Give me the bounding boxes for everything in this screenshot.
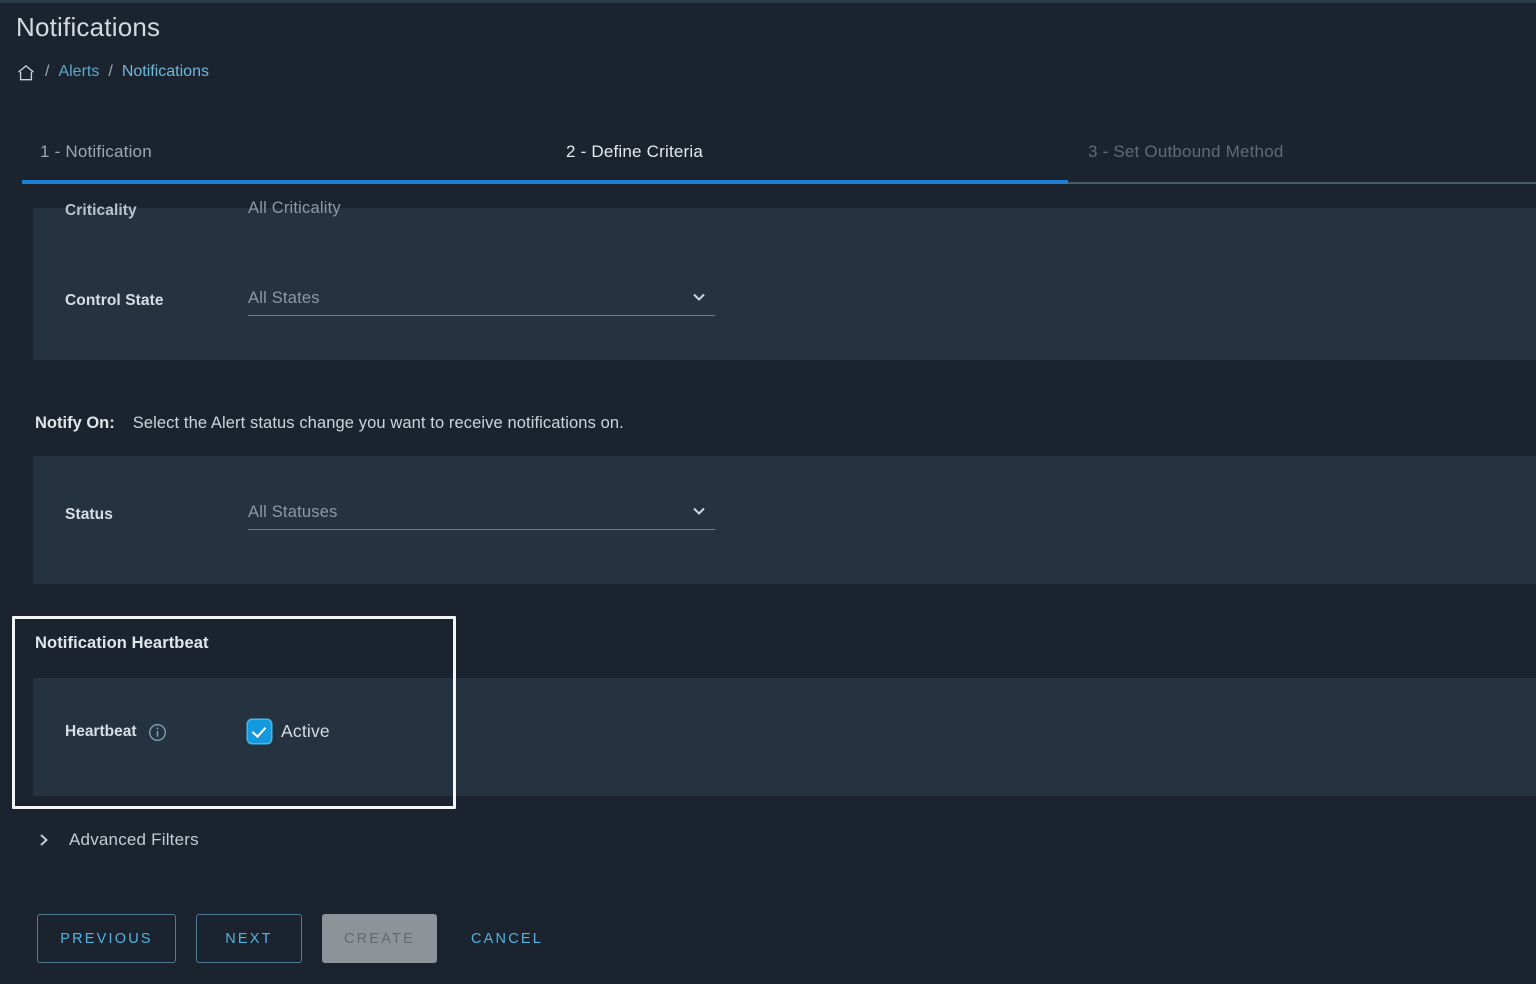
criticality-row: Criticality All Criticality <box>33 198 1536 224</box>
status-select[interactable]: All Statuses <box>248 500 715 530</box>
top-divider <box>0 0 1536 3</box>
status-label: Status <box>65 506 113 523</box>
criticality-label: Criticality <box>65 202 137 219</box>
create-button: CREATE <box>322 914 437 963</box>
wizard-tabs: 1 - Notification 2 - Define Criteria 3 -… <box>0 128 1536 184</box>
advanced-filters-label: Advanced Filters <box>69 830 199 849</box>
control-state-value: All States <box>248 289 320 307</box>
next-button[interactable]: NEXT <box>196 914 302 963</box>
checkbox-checked-icon[interactable] <box>248 720 271 743</box>
info-icon[interactable] <box>148 723 167 742</box>
heartbeat-label: Heartbeat <box>65 722 137 740</box>
advanced-filters-toggle[interactable]: Advanced Filters <box>38 830 199 850</box>
criteria-panel: Criticality All Criticality Control Stat… <box>33 199 1536 360</box>
breadcrumb-item-alerts[interactable]: Alerts <box>58 63 99 81</box>
tab-set-outbound-method[interactable]: 3 - Set Outbound Method <box>1088 142 1284 162</box>
notify-on-description: Select the Alert status change you want … <box>132 414 624 432</box>
status-panel: Status All Statuses <box>33 456 1536 584</box>
breadcrumb: / Alerts / Notifications <box>16 62 209 82</box>
control-state-label: Control State <box>65 292 164 309</box>
wizard-footer: PREVIOUS NEXT CREATE CANCEL <box>37 914 555 963</box>
tab-define-criteria[interactable]: 2 - Define Criteria <box>566 142 703 162</box>
breadcrumb-separator-1: / <box>45 63 50 80</box>
chevron-down-icon[interactable] <box>692 504 706 518</box>
page-title: Notifications <box>16 12 161 42</box>
heartbeat-active-label: Active <box>281 721 330 741</box>
notify-on-row: Notify On: Select the Alert status chang… <box>35 414 624 433</box>
previous-button[interactable]: PREVIOUS <box>37 914 176 963</box>
control-state-row: Control State All States <box>33 286 1536 316</box>
heartbeat-section-title: Notification Heartbeat <box>35 634 209 652</box>
control-state-select[interactable]: All States <box>248 286 715 316</box>
cancel-button[interactable]: CANCEL <box>459 914 555 963</box>
status-value: All Statuses <box>248 503 338 521</box>
breadcrumb-separator-2: / <box>108 63 113 80</box>
chevron-right-icon[interactable] <box>38 832 50 848</box>
heartbeat-label-group: Heartbeat <box>33 722 248 741</box>
heartbeat-active-checkbox[interactable]: Active <box>248 720 330 743</box>
chevron-down-icon[interactable] <box>692 290 706 304</box>
notify-on-label: Notify On: <box>35 414 115 432</box>
heartbeat-row: Heartbeat Active <box>33 720 330 743</box>
wizard-progress-bar <box>22 180 1068 184</box>
criticality-value: All Criticality <box>248 199 341 217</box>
home-icon[interactable] <box>16 63 36 83</box>
status-row: Status All Statuses <box>33 500 1536 530</box>
breadcrumb-item-notifications[interactable]: Notifications <box>122 63 209 81</box>
heartbeat-panel: Heartbeat Active <box>33 678 1536 796</box>
tab-notification[interactable]: 1 - Notification <box>40 142 152 162</box>
criticality-select[interactable]: All Criticality <box>248 198 715 224</box>
